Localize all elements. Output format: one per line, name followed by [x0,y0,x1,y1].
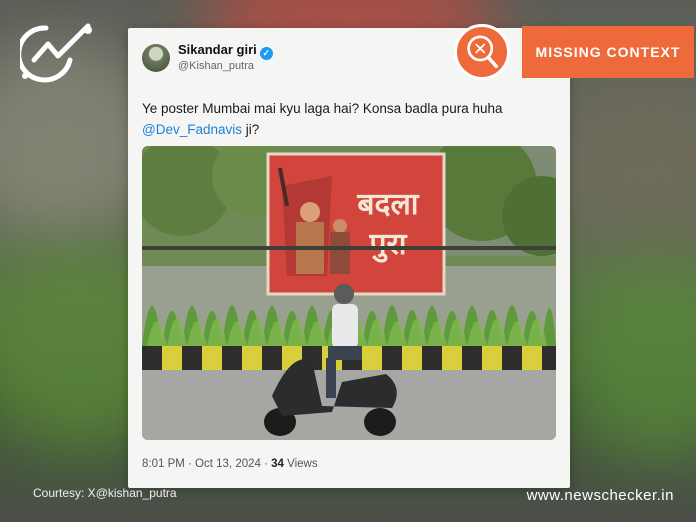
views-label: Views [283,458,318,470]
tweet-text-suffix: ji? [242,122,260,137]
magnifier-icon [454,24,510,80]
newschecker-logo [20,23,92,83]
verified-badge-icon: ✓ [259,47,273,60]
user-handle[interactable]: @Kishan_putra [178,60,254,72]
tweet-photo[interactable]: बदला पुरा [142,146,556,440]
tweet-meta: 8:01 PM · Oct 13, 2024 · 34 Views [142,458,318,470]
mention-link[interactable]: @Dev_Fadnavis [142,122,242,137]
poster-title-line2: पुरा [368,227,407,263]
views-count: 34 [271,458,284,470]
tweet-card: Sikandar giri ✓ @Kishan_putra Ye poster M… [128,28,570,488]
poster-title-line1: बदला [356,187,419,222]
avatar[interactable] [142,44,170,72]
missing-context-badge: MISSING CONTEXT [522,26,694,78]
courtesy-credit: Courtesy: X@kishan_putra [33,486,177,500]
tweet-text-line: Ye poster Mumbai mai kyu laga hai? Konsa… [142,101,503,116]
display-name[interactable]: Sikandar giri [178,42,257,57]
tweet-text: Ye poster Mumbai mai kyu laga hai? Konsa… [142,98,552,140]
site-url[interactable]: www.newschecker.in [527,487,674,504]
tweet-timestamp[interactable]: 8:01 PM · Oct 13, 2024 · [142,458,271,470]
